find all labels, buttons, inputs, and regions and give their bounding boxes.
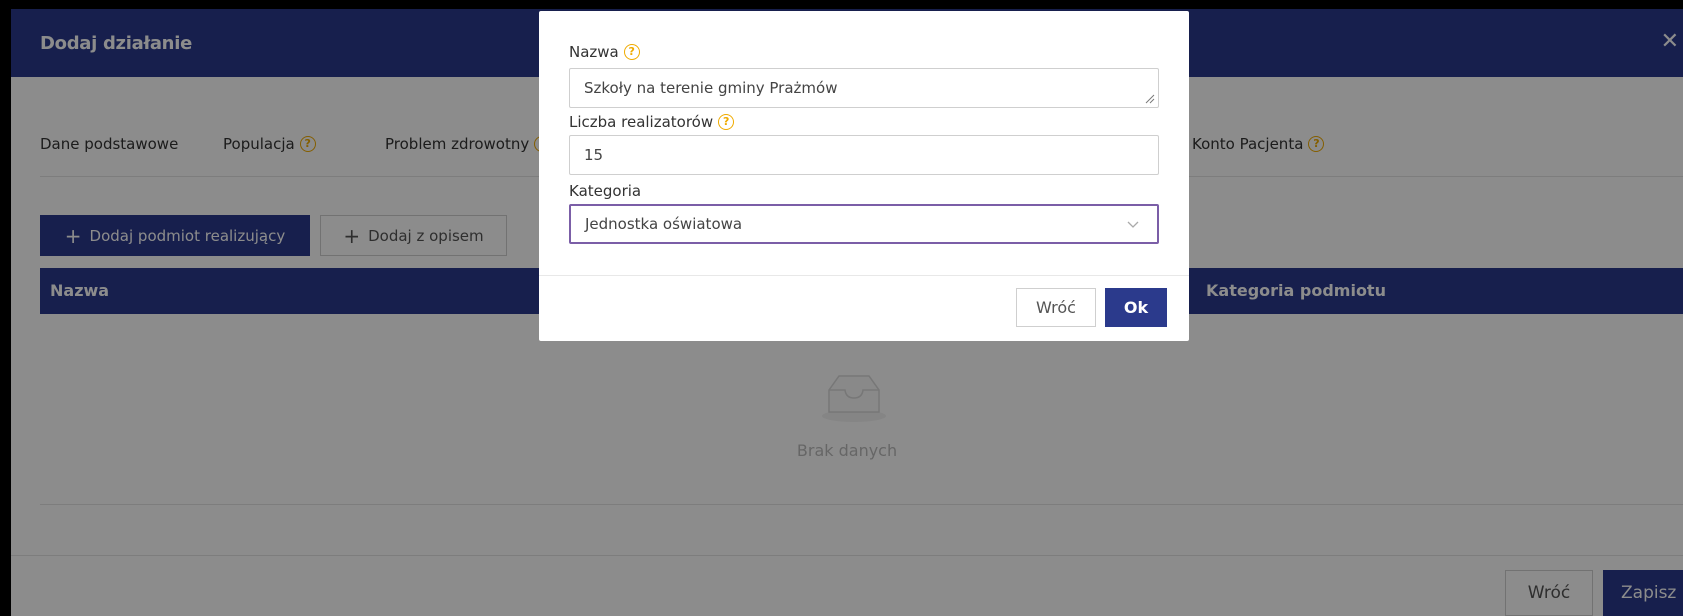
count-label: Liczba realizatorów: [569, 113, 714, 131]
name-value: Szkoły na terenie gminy Prażmów: [584, 79, 838, 97]
name-label: Nazwa: [569, 43, 619, 61]
count-label-row: Liczba realizatorów ?: [569, 113, 735, 131]
count-input[interactable]: 15: [569, 135, 1159, 175]
count-value: 15: [584, 146, 604, 164]
category-select[interactable]: Jednostka oświatowa: [569, 204, 1159, 244]
help-icon[interactable]: ?: [718, 114, 735, 130]
category-label: Kategoria: [569, 182, 642, 200]
ok-button[interactable]: Ok: [1105, 288, 1167, 327]
name-textarea[interactable]: Szkoły na terenie gminy Prażmów: [569, 68, 1159, 108]
entity-modal: Nazwa ? Szkoły na terenie gminy Prażmów …: [539, 11, 1189, 341]
resize-handle-icon[interactable]: [1145, 94, 1155, 104]
chevron-down-icon: [1127, 221, 1139, 228]
modal-back-button[interactable]: Wróć: [1016, 288, 1096, 327]
name-label-row: Nazwa ?: [569, 43, 640, 61]
category-label-row: Kategoria: [569, 182, 641, 200]
category-value: Jednostka oświatowa: [585, 215, 743, 233]
modal-footer-divider: [539, 275, 1189, 276]
help-icon[interactable]: ?: [623, 44, 640, 60]
